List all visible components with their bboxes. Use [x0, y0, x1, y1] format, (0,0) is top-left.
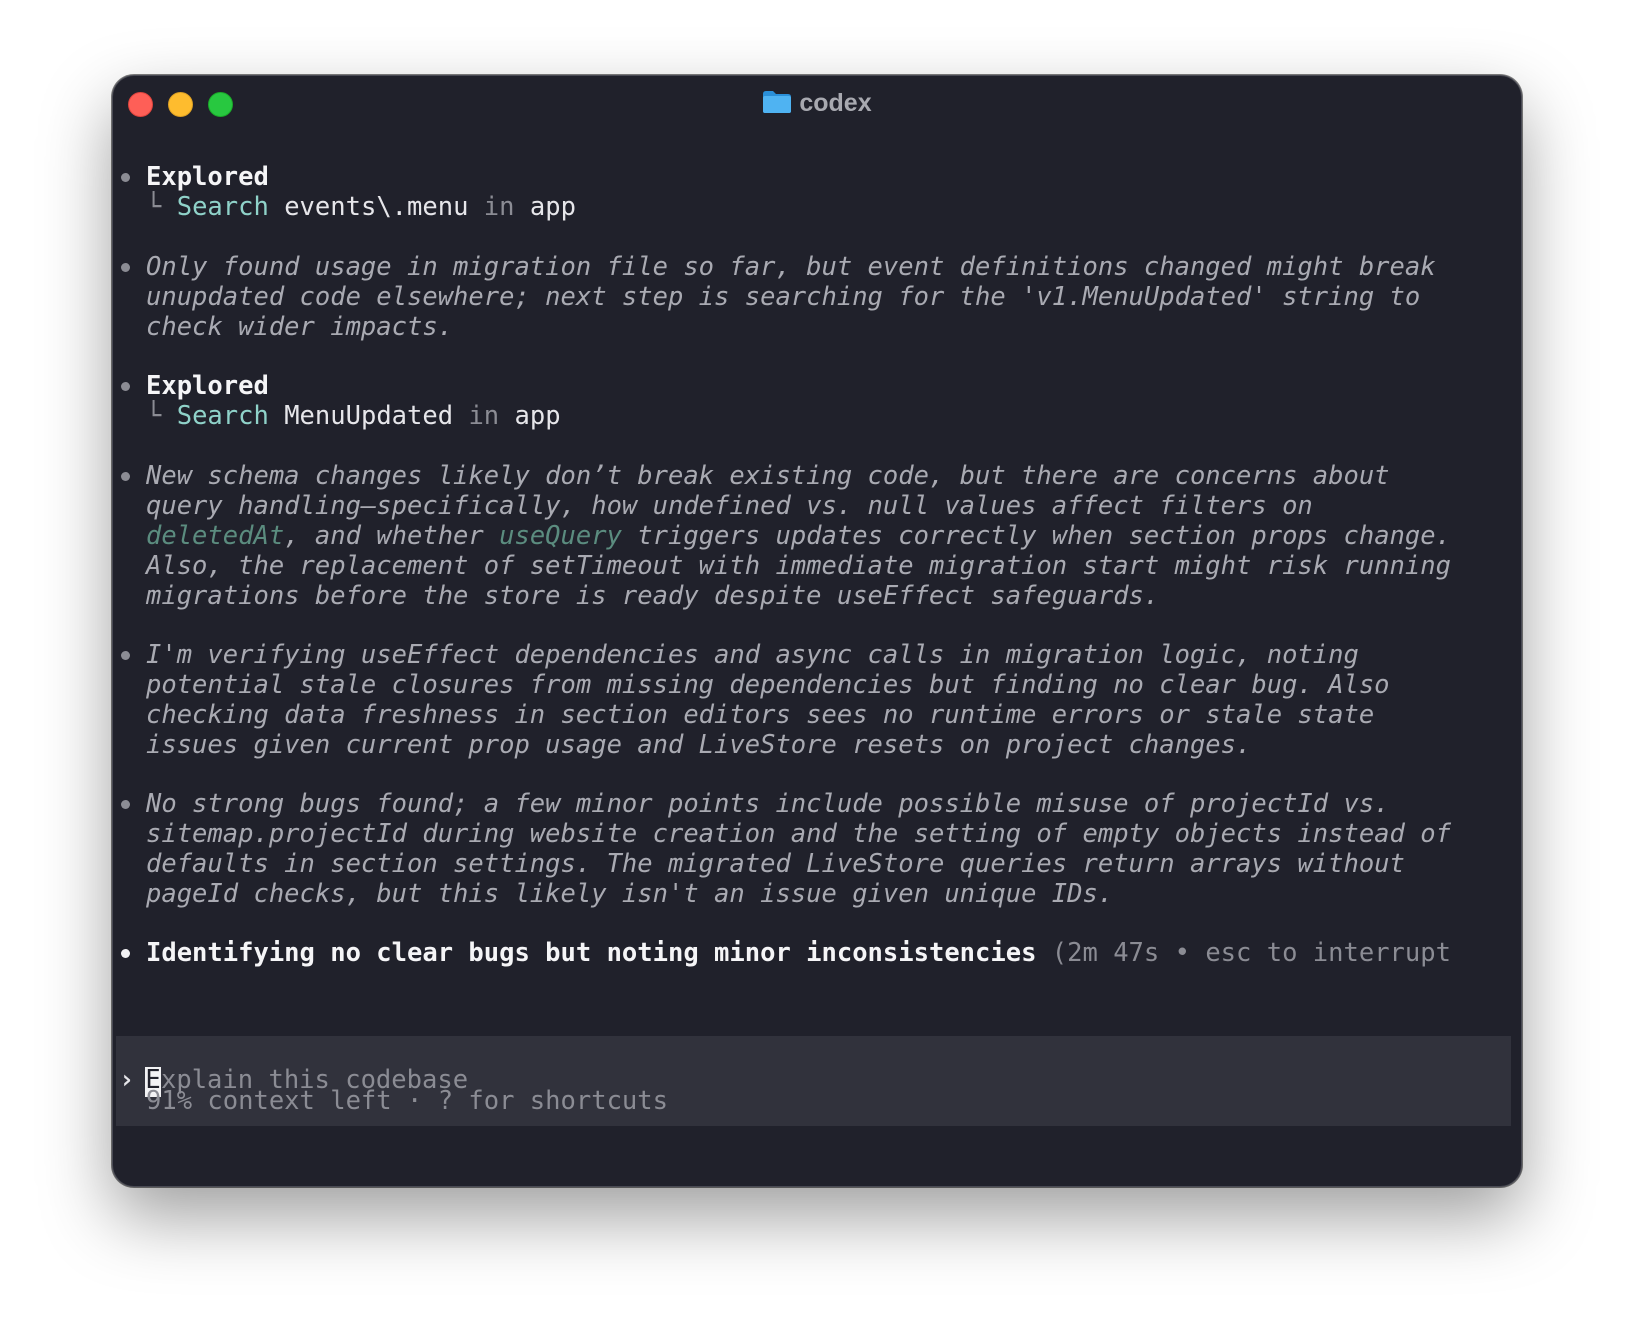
- search-target: app: [529, 192, 576, 222]
- reasoning-line: Also, the replacement of setTimeout with…: [146, 551, 1451, 581]
- reasoning-line: check wider impacts.: [146, 312, 454, 342]
- tree-branch-icon: └: [146, 192, 162, 222]
- reasoning-text: , and whether: [284, 521, 500, 551]
- reasoning-line: sitemap.projectId during website creatio…: [146, 819, 1451, 849]
- explored-heading: Explored: [146, 371, 269, 401]
- reasoning-line: defaults in section settings. The migrat…: [146, 849, 1405, 879]
- reasoning-line: query handling—specifically, how undefin…: [146, 491, 1313, 521]
- reasoning-line: checking data freshness in section edito…: [146, 700, 1375, 730]
- context-footer: 91% context left · ? for shortcuts: [146, 1086, 668, 1116]
- code-ref: deletedAt: [146, 521, 285, 551]
- reasoning-line: issues given current prop usage and Live…: [146, 730, 1252, 760]
- bullet-icon: [121, 173, 130, 182]
- bullet-icon: [121, 800, 130, 809]
- reasoning-line: unupdated code elsewhere; next step is s…: [146, 282, 1421, 312]
- bullet-icon: [121, 263, 130, 272]
- reasoning-line: Only found usage in migration file so fa…: [146, 252, 1436, 282]
- tree-branch-icon: └: [146, 401, 162, 431]
- search-action: Search: [176, 192, 269, 222]
- reasoning-line: No strong bugs found; a few minor points…: [146, 789, 1390, 819]
- status-text: Identifying no clear bugs but noting min…: [146, 938, 1037, 968]
- status-line: Identifying no clear bugs but noting min…: [146, 938, 1451, 969]
- reasoning-line: New schema changes likely don’t break ex…: [146, 461, 1390, 491]
- terminal-window: codex Explored └ Search events\.menu in …: [112, 75, 1522, 1187]
- search-in: in: [483, 192, 515, 222]
- search-in: in: [468, 401, 500, 431]
- explored-heading: Explored: [146, 162, 269, 192]
- explored-search-line: └ Search events\.menu in app: [146, 192, 576, 223]
- status-bullet-icon: [121, 949, 130, 958]
- reasoning-text: triggers updates correctly when section …: [621, 521, 1451, 551]
- search-target: app: [514, 401, 561, 431]
- reasoning-line: I'm verifying useEffect dependencies and…: [146, 640, 1359, 670]
- bullet-icon: [121, 382, 130, 391]
- reasoning-line: deletedAt, and whether useQuery triggers…: [146, 521, 1451, 552]
- explored-search-line: └ Search MenuUpdated in app: [146, 401, 561, 432]
- search-action: Search: [176, 401, 269, 431]
- search-query: events\.menu: [284, 192, 469, 222]
- reasoning-line: pageId checks, but this likely isn't an …: [146, 879, 1114, 909]
- search-query: MenuUpdated: [284, 401, 454, 431]
- code-ref: useQuery: [499, 521, 622, 551]
- bullet-icon: [121, 651, 130, 660]
- prompt-chevron-icon: ›: [119, 1065, 135, 1095]
- status-timer: (2m 47s • esc to interrupt: [1036, 938, 1451, 968]
- terminal-output: Explored └ Search events\.menu in app On…: [113, 76, 1521, 1186]
- reasoning-line: potential stale closures from missing de…: [146, 670, 1390, 700]
- bullet-icon: [121, 472, 130, 481]
- reasoning-line: migrations before the store is ready des…: [146, 581, 1160, 611]
